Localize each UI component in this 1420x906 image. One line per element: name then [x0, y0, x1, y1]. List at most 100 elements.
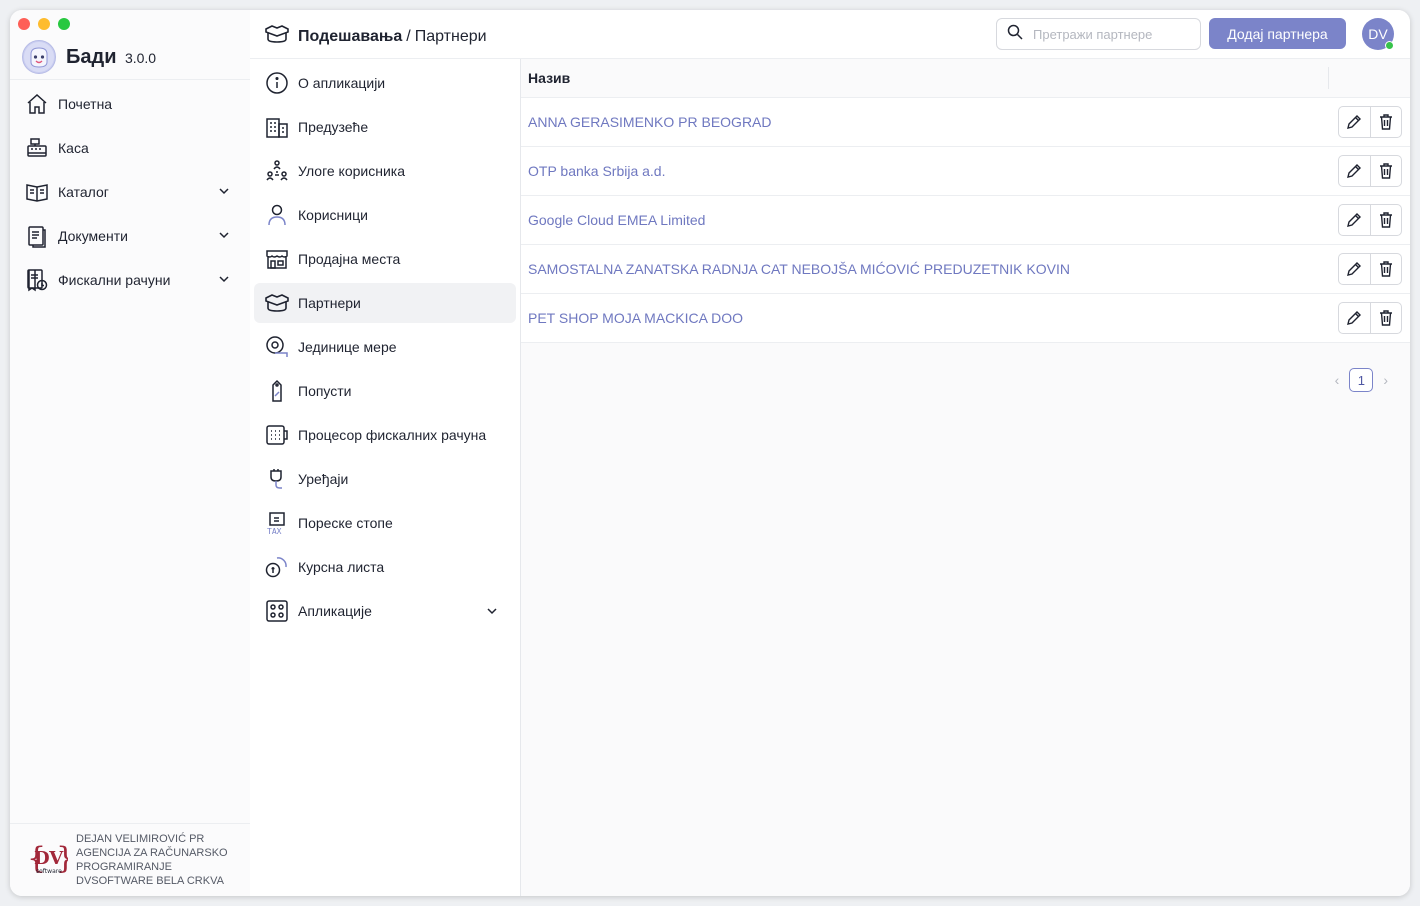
partner-name-link[interactable]: ANNA GERASIMENKO PR BEOGRAD	[528, 114, 772, 130]
table-row: SAMOSTALNA ZANATSKA RADNJA CAT NEBOJŠA M…	[521, 245, 1410, 294]
delete-button[interactable]	[1369, 205, 1402, 235]
edit-button[interactable]	[1339, 107, 1370, 137]
delete-button[interactable]	[1369, 303, 1402, 333]
settings-item-label: Јединице мере	[298, 339, 397, 355]
settings-item-label: Пореске стопе	[298, 515, 393, 531]
exchange-rate-icon	[264, 554, 290, 580]
online-status-indicator	[1385, 41, 1394, 50]
trash-icon	[1379, 212, 1392, 228]
home-icon	[24, 91, 50, 117]
add-partner-button[interactable]: Додај партнера	[1209, 18, 1346, 49]
pencil-icon	[1347, 115, 1362, 129]
sidebar-item-cash-register[interactable]: Каса	[10, 126, 250, 170]
pencil-icon	[1347, 164, 1362, 178]
settings-item-users[interactable]: Корисници	[254, 195, 516, 235]
company-logo-icon: { } DV software	[27, 841, 68, 876]
partner-name-link[interactable]: PET SHOP MOJA MACKICA DOO	[528, 310, 743, 326]
sidebar-item-home[interactable]: Почетна	[10, 82, 250, 126]
column-divider	[1328, 67, 1329, 89]
trash-icon	[1379, 310, 1392, 326]
breadcrumb-section[interactable]: Подешавања	[298, 28, 402, 46]
company-name: DEJAN VELIMIROVIĆ PR AGENCIJA ZA RAČUNAR…	[76, 832, 228, 888]
edit-button[interactable]	[1339, 156, 1370, 186]
sidebar-item-fiscal-receipts[interactable]: Фискални рачуни	[10, 258, 250, 302]
company-line: AGENCIJA ZA RAČUNARSKO	[76, 847, 228, 859]
close-window-button[interactable]	[18, 18, 30, 30]
settings-item-about[interactable]: О апликацији	[254, 63, 516, 103]
company-logo-sub: software	[36, 868, 62, 875]
search-input[interactable]	[1031, 25, 1185, 43]
fiscal-receipt-icon	[24, 267, 50, 293]
sidebar: Бади 3.0.0 Почетна Каса Каталог Документ…	[10, 10, 251, 896]
handshake-icon	[264, 290, 290, 316]
avatar[interactable]: DV	[1362, 18, 1394, 50]
cash-register-icon	[24, 135, 50, 161]
column-header-name[interactable]: Назив	[528, 70, 570, 86]
pagination: ‹ 1 ›	[1335, 368, 1388, 392]
row-actions	[1338, 155, 1402, 187]
chevron-down-icon[interactable]	[218, 184, 230, 200]
sidebar-item-catalog[interactable]: Каталог	[10, 170, 250, 214]
sidebar-divider	[10, 79, 250, 80]
partner-name-link[interactable]: SAMOSTALNA ZANATSKA RADNJA CAT NEBOJŠA M…	[528, 261, 1070, 277]
minimize-window-button[interactable]	[38, 18, 50, 30]
catalog-icon	[24, 179, 50, 205]
trash-icon	[1379, 261, 1392, 277]
settings-item-devices[interactable]: Уређаји	[254, 459, 516, 499]
company-line: DEJAN VELIMIROVIĆ PR	[76, 833, 205, 845]
settings-item-label: Апликације	[298, 603, 372, 619]
delete-button[interactable]	[1369, 254, 1402, 284]
company-line: DVSOFTWARE BELA CRKVA	[76, 875, 224, 887]
user-icon	[264, 202, 290, 228]
sidebar-item-label: Почетна	[58, 96, 113, 112]
sidebar-item-documents[interactable]: Документи	[10, 214, 250, 258]
edit-button[interactable]	[1339, 254, 1370, 284]
pencil-icon	[1347, 213, 1362, 227]
measure-tape-icon	[264, 334, 290, 360]
chevron-left-icon[interactable]: ‹	[1335, 372, 1340, 388]
delete-button[interactable]	[1369, 156, 1402, 186]
settings-item-discounts[interactable]: Попусти	[254, 371, 516, 411]
chevron-down-icon[interactable]	[218, 228, 230, 244]
edit-button[interactable]	[1339, 303, 1370, 333]
pencil-icon	[1347, 311, 1362, 325]
app-version: 3.0.0	[124, 49, 157, 66]
row-actions	[1338, 204, 1402, 236]
settings-item-exchange-rates[interactable]: Курсна листа	[254, 547, 516, 587]
settings-item-tax-rates[interactable]: TAX Пореске стопе	[254, 503, 516, 543]
page-number-button[interactable]: 1	[1349, 368, 1374, 392]
user-roles-icon	[264, 158, 290, 184]
settings-item-company[interactable]: Предузеће	[254, 107, 516, 147]
settings-item-label: Улоге корисника	[298, 163, 405, 179]
app-logo-icon	[22, 40, 56, 74]
chevron-down-icon[interactable]	[218, 272, 230, 288]
settings-item-fiscal-processor[interactable]: Процесор фискалних рачуна	[254, 415, 516, 455]
settings-item-sales-points[interactable]: Продајна места	[254, 239, 516, 279]
edit-button[interactable]	[1339, 205, 1370, 235]
chevron-down-icon[interactable]	[486, 604, 498, 620]
app-window: Бади 3.0.0 Почетна Каса Каталог Документ…	[10, 10, 1410, 896]
partner-name-link[interactable]: OTP banka Srbija a.d.	[528, 163, 665, 179]
building-icon	[264, 114, 290, 140]
partners-content: Назив ANNA GERASIMENKO PR BEOGRAD OTP ba…	[521, 59, 1410, 896]
settings-item-partners[interactable]: Партнери	[254, 283, 516, 323]
table-row: OTP banka Srbija a.d.	[521, 147, 1410, 196]
row-actions	[1338, 302, 1402, 334]
delete-button[interactable]	[1369, 107, 1402, 137]
table-row: PET SHOP MOJA MACKICA DOO	[521, 294, 1410, 343]
breadcrumb-separator: /	[406, 27, 411, 45]
partner-name-link[interactable]: Google Cloud EMEA Limited	[528, 212, 705, 228]
table-header: Назив	[521, 59, 1410, 98]
table-row: ANNA GERASIMENKO PR BEOGRAD	[521, 98, 1410, 147]
settings-item-user-roles[interactable]: Улоге корисника	[254, 151, 516, 191]
chevron-right-icon[interactable]: ›	[1383, 372, 1388, 388]
settings-item-units[interactable]: Јединице мере	[254, 327, 516, 367]
maximize-window-button[interactable]	[58, 18, 70, 30]
settings-item-applications[interactable]: Апликације	[254, 591, 516, 631]
sidebar-item-label: Документи	[58, 228, 128, 244]
settings-item-label: Партнери	[298, 295, 361, 311]
tax-icon: TAX	[264, 510, 290, 536]
window-controls	[18, 18, 70, 30]
pencil-icon	[1347, 262, 1362, 276]
fiscal-processor-icon	[264, 422, 290, 448]
